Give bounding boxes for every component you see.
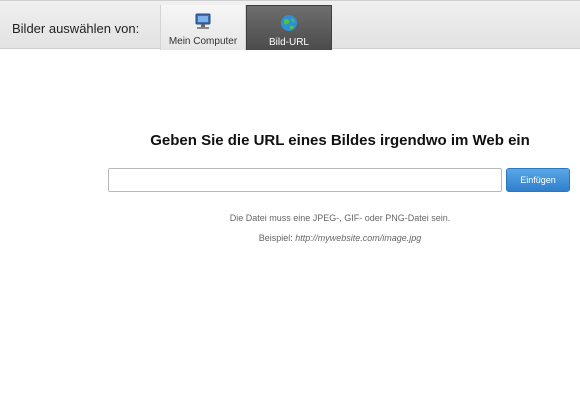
source-label: Bilder auswählen von: <box>12 21 140 36</box>
tab-my-computer[interactable]: Mein Computer <box>160 5 246 50</box>
tab-my-computer-label: Mein Computer <box>168 36 238 47</box>
page-title: Geben Sie die URL eines Bildes irgendwo … <box>150 132 530 149</box>
example-url: http://mywebsite.com/image.jpg <box>295 233 422 243</box>
computer-icon <box>193 13 213 31</box>
tab-image-url[interactable]: Bild-URL <box>246 5 332 50</box>
tab-image-url-label: Bild-URL <box>268 37 309 48</box>
insert-button[interactable]: Einfügen <box>506 168 570 192</box>
example-prefix: Beispiel: <box>258 233 293 243</box>
format-hint: Die Datei muss eine JPEG-, GIF- oder PNG… <box>229 213 451 223</box>
globe-icon <box>279 14 299 32</box>
image-source-toolbar: Bilder auswählen von: Mein Computer Bild… <box>0 0 580 50</box>
example-hint: Beispiel: http://mywebsite.com/image.jpg <box>0 233 580 243</box>
image-url-input[interactable] <box>108 168 502 192</box>
